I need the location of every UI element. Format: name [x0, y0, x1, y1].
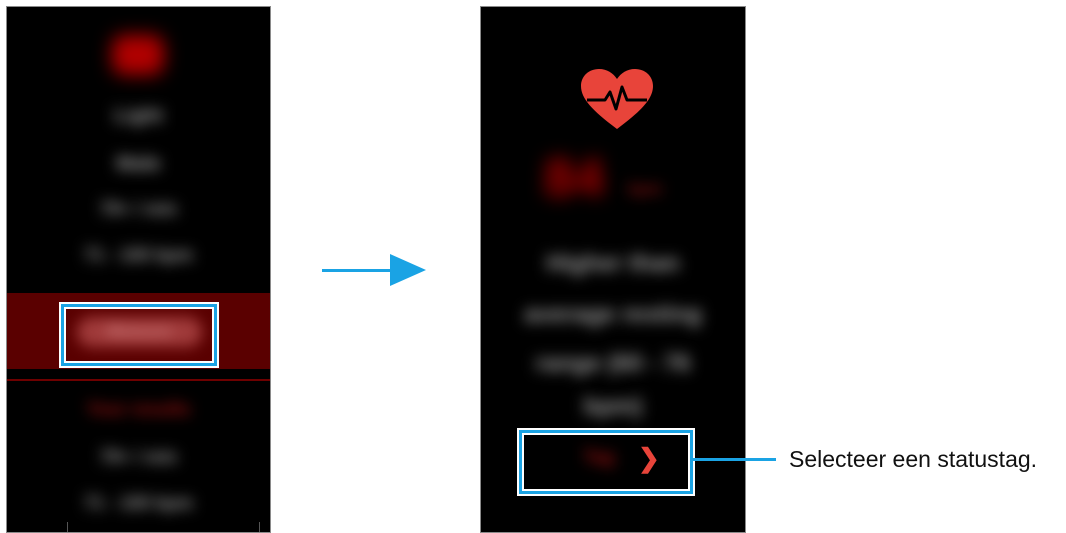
- arrow-right-icon: [390, 254, 426, 286]
- history-row-2: 71 - 100 bpm: [83, 493, 194, 513]
- heart-blob: [112, 35, 164, 75]
- chevron-right-icon: ❯: [638, 443, 660, 473]
- row-4: 71 - 100 bpm: [83, 245, 194, 265]
- status-line-1: Higher than: [546, 250, 680, 277]
- status-line-4: bpm): [583, 393, 643, 420]
- status-label: Your results: [86, 399, 191, 419]
- status-line-2: average resting: [524, 301, 702, 328]
- tab-divider-1: [67, 522, 68, 532]
- row-1: Light: [114, 105, 163, 127]
- row-2: Male: [116, 153, 161, 175]
- left-watch-screen: Light Male 79+ / min 71 - 100 bpm Measur…: [6, 6, 271, 533]
- callout-text: Selecteer een statustag.: [789, 446, 1038, 472]
- divider: [7, 379, 270, 381]
- arrow-line: [322, 269, 392, 272]
- status-line-3: range (60 - 76: [535, 350, 691, 377]
- history-row-1: 79+ / min: [99, 447, 178, 467]
- tag-button-highlight[interactable]: ❯: [519, 430, 693, 494]
- measure-button-highlight[interactable]: [61, 304, 217, 366]
- heart-rate-unit: bpm: [628, 181, 662, 198]
- heart-rate-value: 84: [543, 148, 605, 208]
- row-3: 79+ / min: [99, 199, 178, 219]
- tab-divider-2: [259, 522, 260, 532]
- callout-line: [692, 458, 776, 461]
- heart-rate-icon: [581, 69, 653, 129]
